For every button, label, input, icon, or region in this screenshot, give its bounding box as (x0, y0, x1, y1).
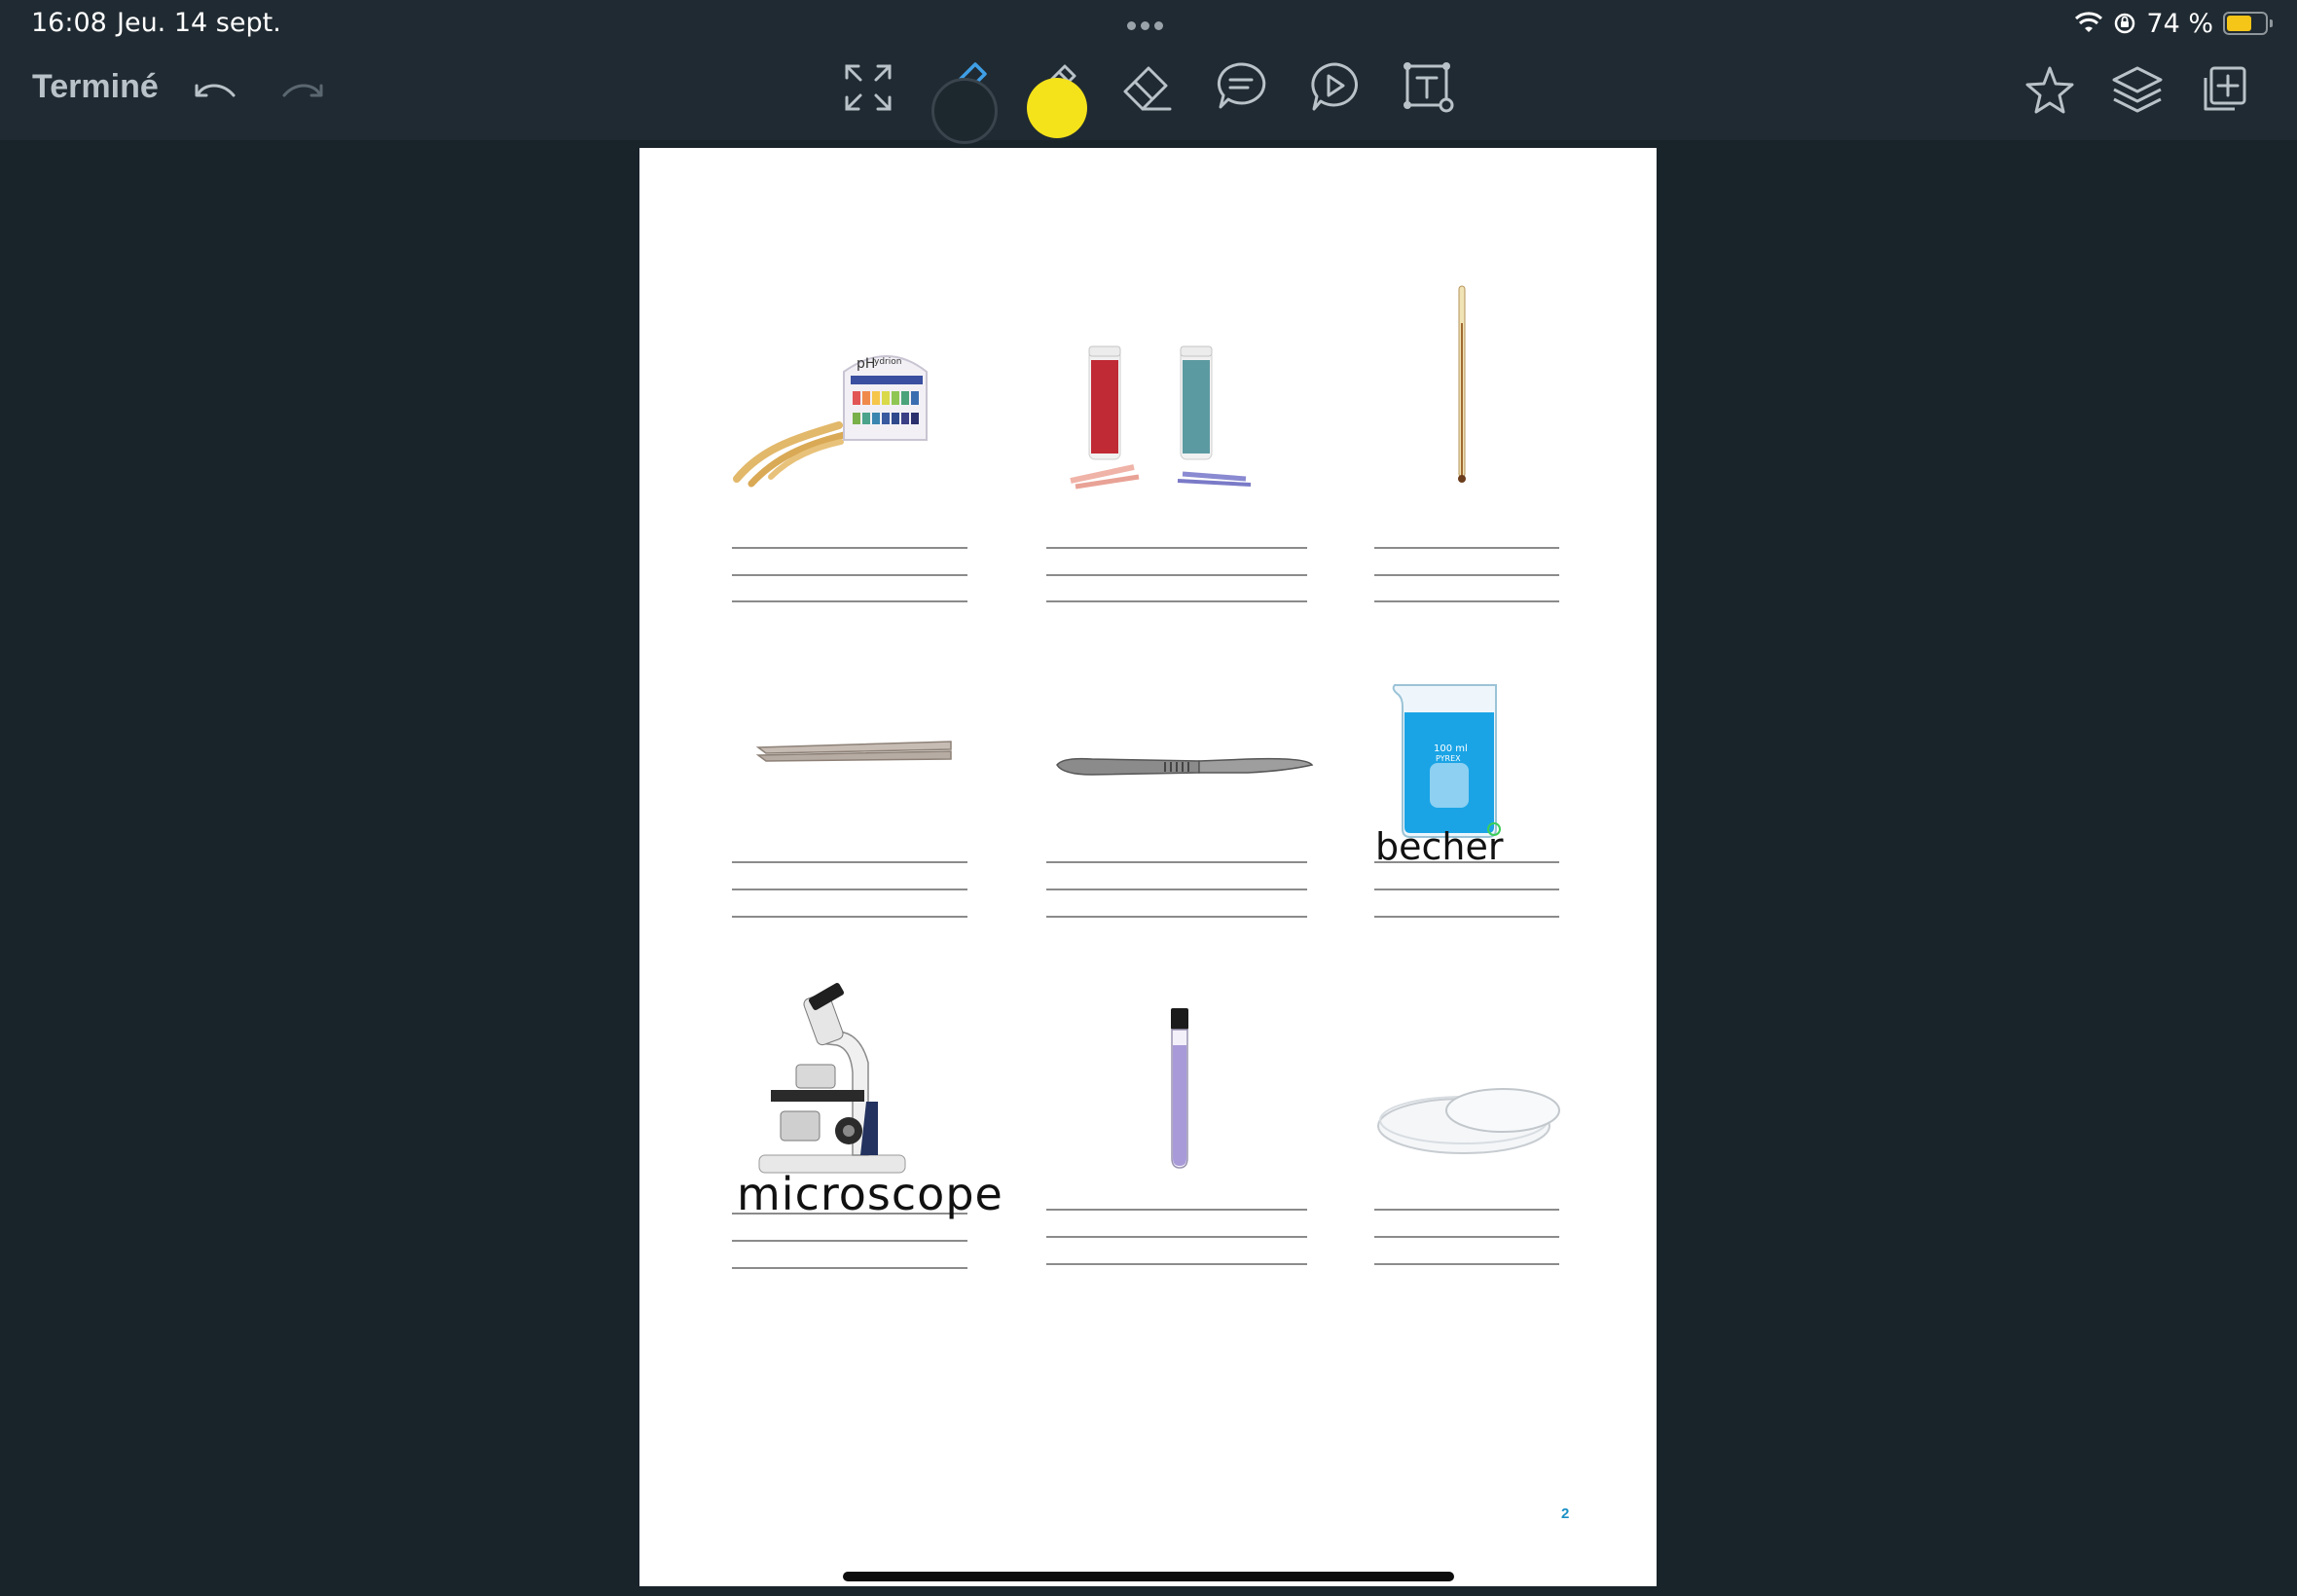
test-tube-image (1171, 1008, 1188, 1169)
answer-line[interactable] (732, 861, 967, 863)
answer-line[interactable] (732, 916, 967, 918)
battery-icon (2223, 12, 2273, 35)
handwritten-microscope-label: microscope (737, 1168, 1003, 1220)
answer-line[interactable] (1046, 916, 1307, 918)
handwritten-beaker-label: becher (1375, 825, 1504, 868)
beaker-image: 100 ml PYREX (1392, 684, 1501, 838)
answer-line[interactable] (732, 574, 967, 576)
answer-line[interactable] (1374, 1236, 1559, 1238)
answer-line[interactable] (1046, 1209, 1307, 1211)
wifi-icon (2075, 12, 2103, 32)
highlighter-color-indicator[interactable] (1027, 78, 1087, 138)
svg-text:pH: pH (857, 356, 875, 372)
microscope-image (758, 983, 906, 1174)
answer-line[interactable] (1046, 547, 1307, 549)
answer-line[interactable] (732, 547, 967, 549)
battery-percent: 74 % (2146, 8, 2213, 39)
svg-text:ydrion: ydrion (874, 357, 901, 367)
answer-line[interactable] (1374, 889, 1559, 890)
answer-line[interactable] (732, 600, 967, 602)
answer-line[interactable] (1374, 574, 1559, 576)
answer-line[interactable] (1374, 1263, 1559, 1265)
scalpel-image (1056, 757, 1314, 776)
answer-line[interactable] (1374, 916, 1559, 918)
svg-text:100 ml: 100 ml (1434, 744, 1468, 754)
ph-paper-image: pH ydrion (733, 355, 928, 488)
answer-line[interactable] (1046, 600, 1307, 602)
multitasking-dots-icon[interactable] (1127, 18, 1170, 30)
petri-dish-image (1377, 1088, 1560, 1154)
status-time: 16:08 (31, 8, 107, 38)
pen-color-indicator[interactable] (931, 78, 998, 144)
status-date: Jeu. 14 sept. (117, 8, 281, 38)
text-box-icon[interactable] (1402, 60, 1456, 115)
answer-line[interactable] (1046, 889, 1307, 890)
page-number: 2 (1561, 1505, 1570, 1522)
answer-line[interactable] (1374, 600, 1559, 602)
orientation-lock-icon (2115, 13, 2135, 34)
worksheet-page[interactable]: pH ydrion 100 ml PYREX becher microscope… (639, 148, 1657, 1586)
answer-line[interactable] (732, 1267, 967, 1269)
fullscreen-icon[interactable] (843, 62, 893, 113)
answer-line[interactable] (1046, 1263, 1307, 1265)
answer-line[interactable] (1046, 574, 1307, 576)
play-icon[interactable] (1308, 60, 1361, 113)
battery-level-fill (2227, 16, 2251, 31)
answer-line[interactable] (732, 1240, 967, 1242)
svg-text:PYREX: PYREX (1436, 754, 1461, 763)
answer-line[interactable] (1374, 547, 1559, 549)
annotation-toolbar: Terminé (0, 45, 2297, 140)
eraser-icon[interactable] (1119, 60, 1174, 113)
redo-icon[interactable] (278, 78, 327, 109)
comment-icon[interactable] (1215, 60, 1267, 113)
answer-line[interactable] (1046, 1236, 1307, 1238)
thermometer-image (1458, 285, 1466, 483)
add-page-icon[interactable] (2198, 64, 2248, 115)
done-button[interactable]: Terminé (32, 68, 159, 106)
status-bar: 16:08 Jeu. 14 sept. 74 % (0, 0, 2297, 45)
star-icon[interactable] (2023, 64, 2077, 117)
litmus-paper-image (1070, 345, 1252, 490)
undo-icon[interactable] (191, 78, 239, 109)
layers-icon[interactable] (2110, 64, 2165, 117)
answer-line[interactable] (1374, 1209, 1559, 1211)
tweezers-image (756, 741, 952, 762)
home-indicator[interactable] (843, 1572, 1454, 1581)
answer-line[interactable] (732, 889, 967, 890)
answer-line[interactable] (1046, 861, 1307, 863)
